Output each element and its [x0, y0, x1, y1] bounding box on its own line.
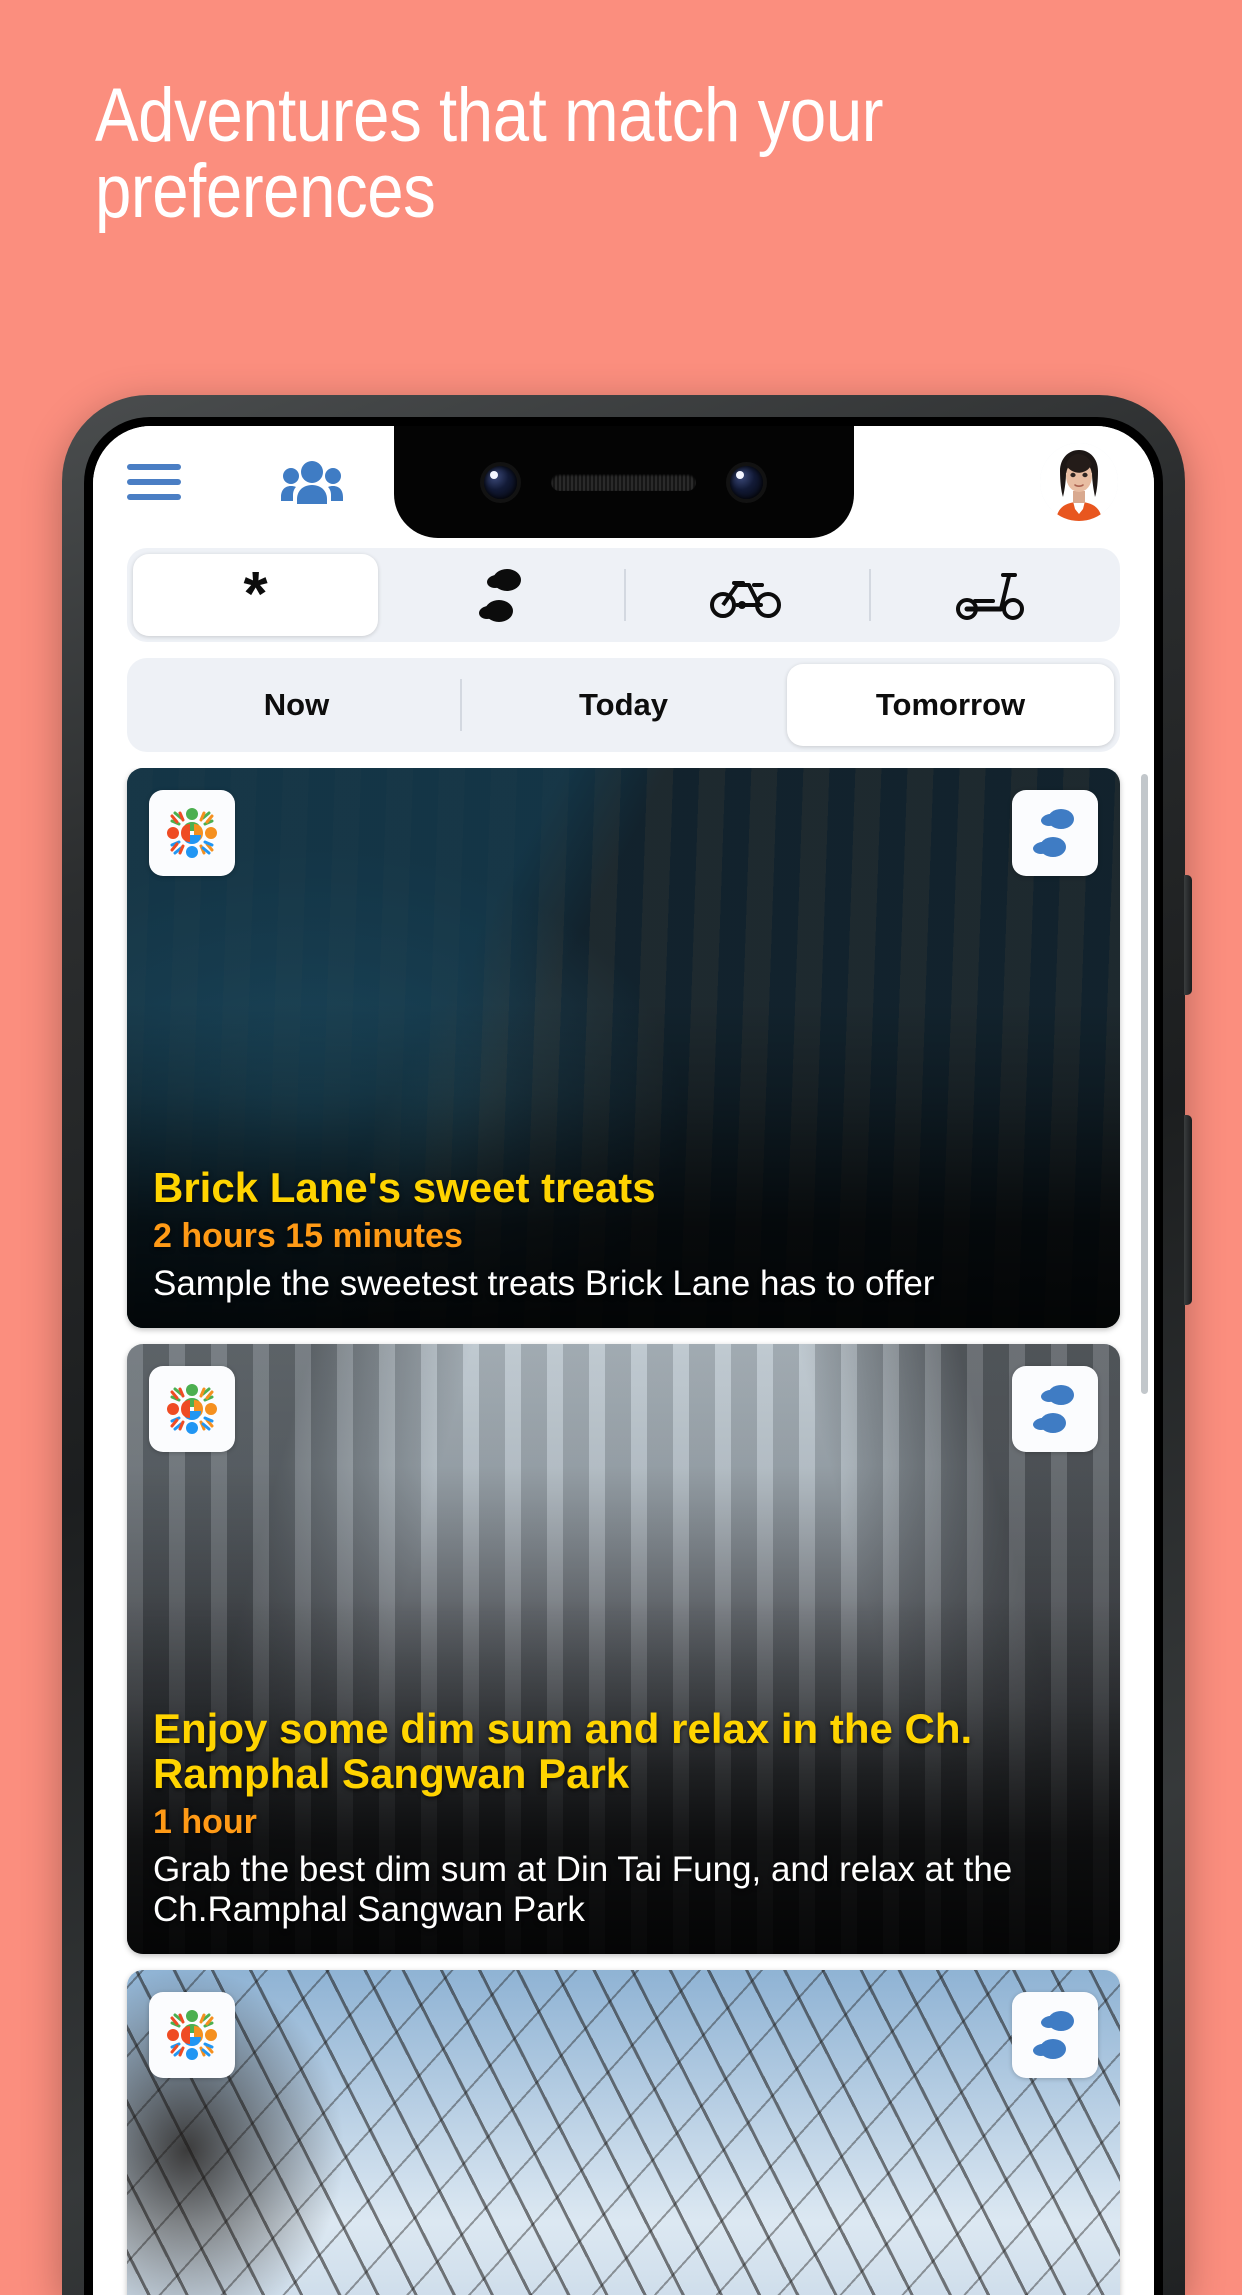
footsteps-icon — [1012, 790, 1098, 876]
mode-filter-scooter[interactable] — [868, 554, 1114, 636]
avatar[interactable] — [1040, 443, 1118, 521]
card-title: Brick Lane's sweet treats — [153, 1164, 656, 1212]
time-filter-today[interactable]: Today — [460, 664, 787, 746]
mode-filter-all[interactable]: * — [133, 554, 379, 636]
community-group-icon — [149, 790, 235, 876]
footsteps-icon — [1012, 1366, 1098, 1452]
card-duration: 1 hour — [153, 1802, 257, 1841]
time-filter-tomorrow-label: Tomorrow — [875, 687, 1026, 722]
time-filter-now[interactable]: Now — [133, 664, 460, 746]
page-title: Adventures that match your preferences — [95, 73, 884, 234]
adventure-card[interactable]: Brick Lane's sweet treats 2 hours 15 min… — [127, 768, 1120, 1328]
phone-bezel: * Now Today Tomorrow Brick Lane's sweet … — [84, 417, 1163, 2295]
community-group-icon — [149, 1992, 235, 2078]
adventure-card[interactable] — [127, 1970, 1120, 2295]
phone-mockup: * Now Today Tomorrow Brick Lane's sweet … — [62, 395, 1192, 2295]
card-description: Grab the best dim sum at Din Tai Fung, a… — [153, 1849, 1013, 1929]
time-filter-segmented-control: Now Today Tomorrow — [127, 658, 1120, 752]
asterisk-icon: * — [243, 560, 268, 630]
card-title: Enjoy some dim sum and relax in the Ch. … — [153, 1704, 973, 1798]
time-filter-now-label: Now — [263, 687, 330, 722]
card-text-block: Enjoy some dim sum and relax in the Ch. … — [127, 1344, 1120, 1954]
footsteps-icon — [1012, 1992, 1098, 2078]
front-camera-icon — [484, 465, 517, 499]
time-filter-today-label: Today — [579, 687, 668, 722]
phone-power-button[interactable] — [1184, 875, 1192, 995]
phone-volume-button[interactable] — [1184, 1115, 1192, 1305]
adventure-card[interactable]: Enjoy some dim sum and relax in the Ch. … — [127, 1344, 1120, 1954]
mode-filter-walking[interactable] — [378, 554, 623, 636]
card-duration: 2 hours 15 minutes — [153, 1216, 463, 1255]
mode-filter-cycling[interactable] — [623, 554, 869, 636]
card-photo — [127, 1970, 1120, 2295]
people-group-icon[interactable] — [281, 459, 343, 505]
list-scrollbar[interactable] — [1141, 774, 1148, 1394]
phone-notch — [393, 426, 854, 538]
hamburger-menu-icon[interactable] — [127, 462, 181, 502]
filter-section: * Now Today Tomorrow — [93, 538, 1154, 752]
adventure-card-list[interactable]: Brick Lane's sweet treats 2 hours 15 min… — [93, 768, 1154, 2295]
front-camera-secondary-icon — [730, 465, 763, 499]
card-text-block: Brick Lane's sweet treats 2 hours 15 min… — [127, 768, 1120, 1328]
card-description: Sample the sweetest treats Brick Lane ha… — [153, 1263, 935, 1303]
earpiece-speaker — [551, 473, 696, 491]
bicycle-icon — [710, 571, 782, 619]
time-filter-tomorrow[interactable]: Tomorrow — [787, 664, 1114, 746]
phone-screen: * Now Today Tomorrow Brick Lane's sweet … — [93, 426, 1154, 2295]
footsteps-icon — [473, 564, 529, 626]
scooter-icon — [955, 567, 1027, 623]
mode-filter-segmented-control: * — [127, 548, 1120, 642]
community-group-icon — [149, 1366, 235, 1452]
